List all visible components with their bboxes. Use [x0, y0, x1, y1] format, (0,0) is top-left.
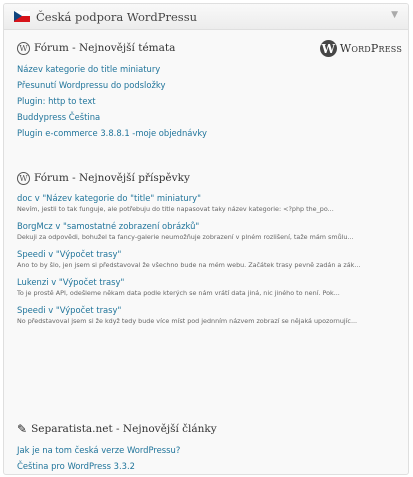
wordpress-icon: W [17, 41, 30, 55]
post-excerpt: Ano to by šlo, jen jsem si představoval … [17, 261, 361, 269]
topics-list: Název kategorie do title miniatury Přesu… [17, 61, 402, 141]
articles-title: Separatista.net - Nejnovější články [31, 423, 217, 435]
topic-link[interactable]: Buddypress Čeština [17, 109, 402, 125]
posts-heading: W Fórum - Nejnovější příspěvky [17, 170, 402, 186]
topic-link[interactable]: Přesunutí Wordpressu do podsložky [17, 77, 402, 93]
czech-flag-icon [14, 11, 30, 22]
post-link[interactable]: Speedi v "Výpočet trasy" [17, 304, 402, 316]
articles-list: Jak je na tom česká verze WordPressu? Če… [17, 442, 402, 474]
post-excerpt: To je prostě API, odešleme někam data po… [17, 289, 340, 297]
widget-header[interactable]: Česká podpora WordPressu ▼ [4, 4, 408, 30]
post-item: BorgMcz v "samostatné zobrazení obrázků"… [17, 220, 402, 243]
topics-section: W Fórum - Nejnovější témata W WordPress … [17, 40, 402, 141]
wordpress-icon: W [17, 171, 30, 185]
post-link[interactable]: doc v "Název kategorie do "title" miniat… [17, 192, 402, 204]
article-link[interactable]: Čeština pro WordPress 3.3.2 [17, 458, 402, 474]
post-link[interactable]: Lukenzi v "Výpočet trasy" [17, 276, 402, 288]
post-item: Speedi v "Výpočet trasy" Ano to by šlo, … [17, 248, 402, 271]
pushpin-icon: ✎ [17, 422, 28, 436]
post-item: Lukenzi v "Výpočet trasy" To je prostě A… [17, 276, 402, 299]
articles-heading: ✎ Separatista.net - Nejnovější články [17, 421, 402, 437]
post-excerpt: Dekuji za odpovědi, bohužel ta fancy-gal… [17, 233, 354, 241]
triangle-down-icon[interactable]: ▼ [391, 10, 398, 20]
post-item: Speedi v "Výpočet trasy" No představoval… [17, 304, 402, 327]
articles-section: ✎ Separatista.net - Nejnovější články Ja… [17, 421, 402, 474]
post-excerpt: Nevím, jestli to tak funguje, ale potřeb… [17, 205, 334, 213]
article-link[interactable]: Jak je na tom česká verze WordPressu? [17, 442, 402, 458]
post-link[interactable]: Speedi v "Výpočet trasy" [17, 248, 402, 260]
topic-link[interactable]: Plugin: http to text [17, 93, 402, 109]
wordpress-logo-text: WordPress [339, 42, 402, 55]
posts-title: Fórum - Nejnovější příspěvky [34, 172, 190, 184]
post-item: doc v "Název kategorie do "title" miniat… [17, 192, 402, 215]
dashboard-widget: Česká podpora WordPressu ▼ W Fórum - Nej… [3, 3, 409, 475]
wordpress-logo: W WordPress [319, 40, 402, 57]
topic-link[interactable]: Plugin e-commerce 3.8.8.1 -moje objednáv… [17, 125, 402, 141]
posts-section: W Fórum - Nejnovější příspěvky doc v "Ná… [17, 170, 402, 332]
posts-list: doc v "Název kategorie do "title" miniat… [17, 192, 402, 327]
post-excerpt: No představoval jsem si že když tedy bud… [17, 317, 358, 325]
widget-title: Česká podpora WordPressu [36, 9, 197, 24]
topic-link[interactable]: Název kategorie do title miniatury [17, 61, 402, 77]
topics-title: Fórum - Nejnovější témata [34, 42, 176, 54]
post-link[interactable]: BorgMcz v "samostatné zobrazení obrázků" [17, 220, 402, 232]
wordpress-logo-icon: W [319, 40, 337, 57]
